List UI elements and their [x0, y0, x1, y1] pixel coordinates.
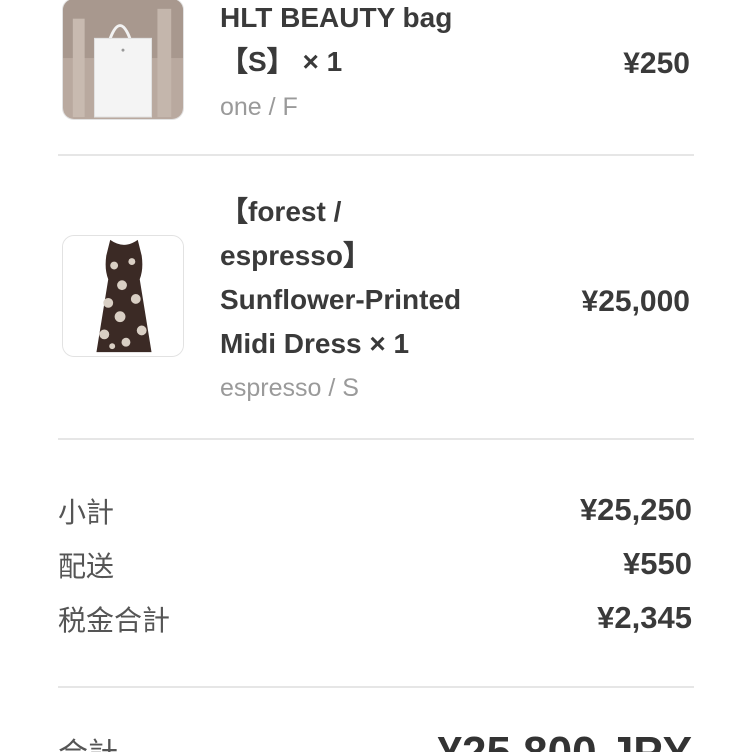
dress-icon [63, 236, 183, 356]
order-summary: HLT BEAUTY bag 【S】 × 1 one / F ¥250 【for… [0, 0, 752, 752]
item-variant: espresso / S [220, 374, 359, 402]
total-value: ¥25,800 JPY [438, 728, 692, 752]
shopping-bag-product-image [62, 0, 184, 120]
tax-label: 税金合計 [58, 604, 171, 637]
divider [58, 154, 694, 156]
shipping-label: 配送 [58, 550, 115, 583]
item-name-line: HLT BEAUTY bag [220, 2, 453, 33]
dress-product-image [62, 235, 184, 357]
tax-value: ¥2,345 [597, 600, 692, 635]
divider [58, 438, 694, 440]
item-price: ¥25,000 [581, 285, 690, 318]
subtotal-value: ¥25,250 [579, 492, 692, 527]
item-name-line: 【forest / [220, 196, 342, 227]
item-name-line: Midi Dress × 1 [220, 328, 410, 359]
item-name-line: espresso】 [220, 240, 371, 271]
item-variant: one / F [220, 93, 298, 121]
item-name-line: 【S】 × 1 [220, 46, 343, 77]
subtotal-label: 小計 [58, 496, 115, 529]
shopping-bag-icon [63, 0, 183, 119]
item-price: ¥250 [623, 47, 690, 80]
item-name-line: Sunflower-Printed [220, 284, 462, 315]
total-label: 合計 [58, 738, 118, 752]
divider [58, 686, 694, 688]
shipping-value: ¥550 [623, 546, 692, 581]
